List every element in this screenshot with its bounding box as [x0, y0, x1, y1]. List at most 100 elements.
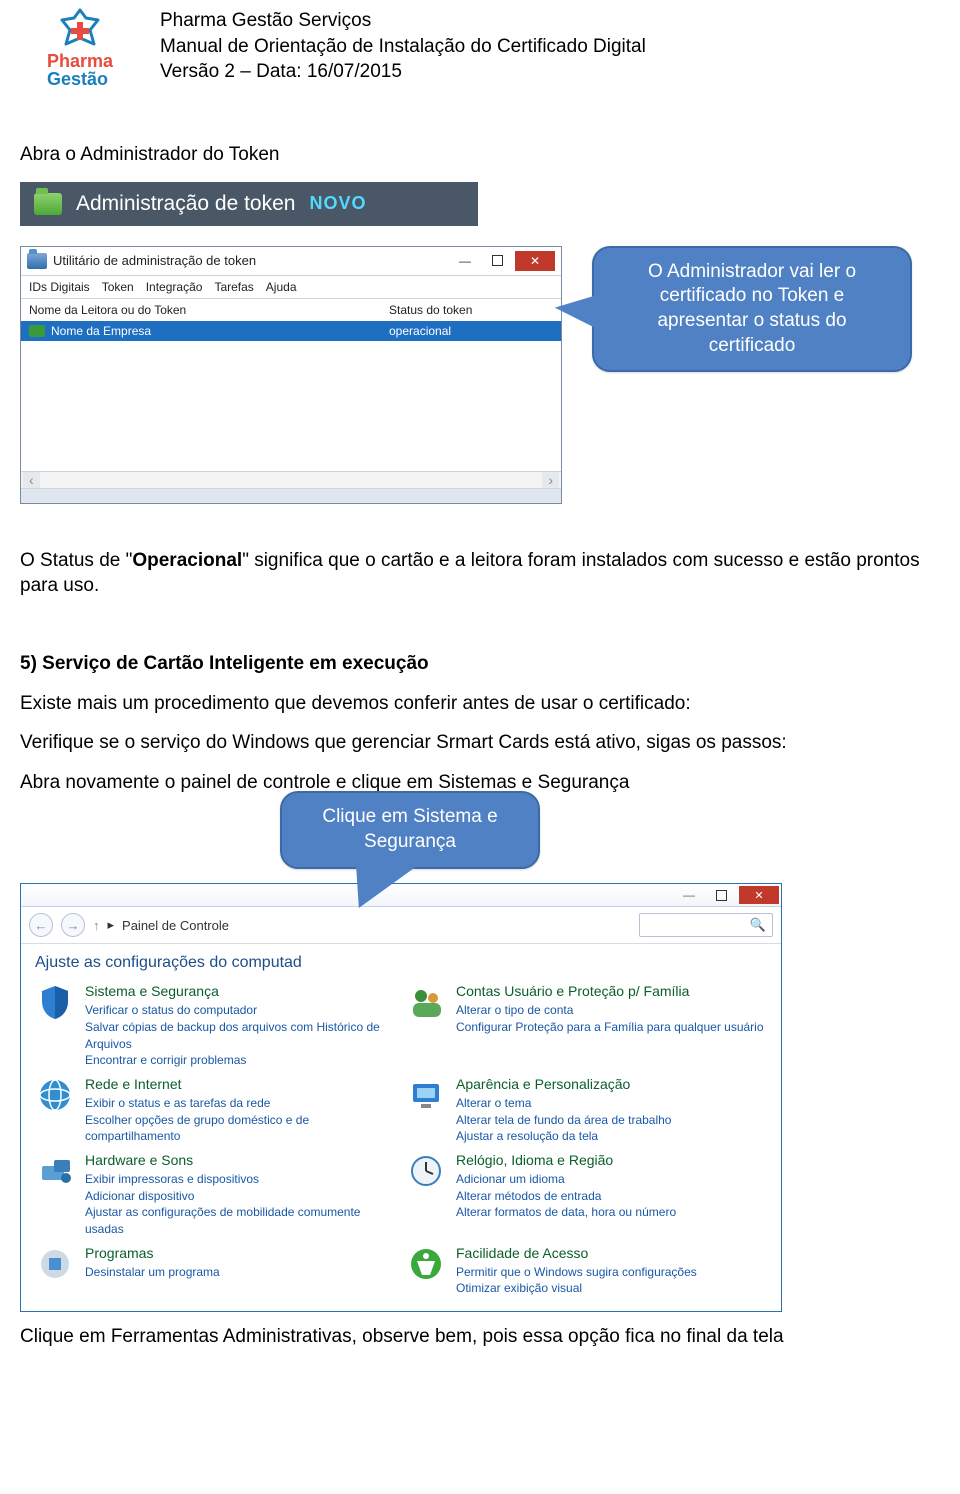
section-5-line2: Verifique se o serviço do Windows que ge… [20, 730, 930, 756]
intro-text: Abra o Administrador do Token [20, 142, 930, 168]
cp-category-link[interactable]: Exibir o status e as tarefas da rede [85, 1095, 396, 1112]
cp-category: Facilidade de AcessoPermitir que o Windo… [406, 1244, 767, 1297]
token-admin-bar: Administração de token NOVO [20, 182, 478, 226]
cp-category-link[interactable]: Ajustar a resolução da tela [456, 1128, 671, 1145]
cp-category-link[interactable]: Adicionar um idioma [456, 1171, 676, 1188]
header-line-3: Versão 2 – Data: 16/07/2015 [160, 59, 646, 85]
section-5-line1: Existe mais um procedimento que devemos … [20, 691, 930, 717]
cp-category-title[interactable]: Relógio, Idioma e Região [456, 1151, 676, 1171]
cp-category-link[interactable]: Exibir impressoras e dispositivos [85, 1171, 396, 1188]
cp-category: Rede e InternetExibir o status e as tare… [35, 1075, 396, 1145]
cp-category-link[interactable]: Alterar métodos de entrada [456, 1188, 676, 1205]
scroll-left-icon[interactable]: ‹ [23, 472, 40, 488]
control-panel-window: — ✕ ← → ↑ ▸ Painel de Controle 🔍 Ajuste … [20, 883, 782, 1312]
section-5-title: 5) Serviço de Cartão Inteligente em exec… [20, 651, 930, 677]
status-pre: O Status de " [20, 550, 132, 571]
cp-category-icon [406, 1075, 446, 1115]
cp-category-link[interactable]: Desinstalar um programa [85, 1264, 220, 1281]
cp-category-link[interactable]: Alterar o tipo de conta [456, 1002, 764, 1019]
cp-heading: Ajuste as configurações do computad [21, 944, 781, 974]
nav-up-icon[interactable]: ↑ [93, 918, 100, 933]
cp-category: Sistema e SegurançaVerificar o status do… [35, 982, 396, 1069]
nav-forward-button[interactable]: → [61, 913, 85, 937]
cp-category-link[interactable]: Otimizar exibição visual [456, 1280, 697, 1297]
window-title: Utilitário de administração de token [53, 253, 256, 268]
menu-ajuda[interactable]: Ajuda [266, 280, 297, 294]
selected-row[interactable]: Nome da Empresa operacional [21, 321, 561, 341]
cp-category-icon [35, 982, 75, 1022]
window-menubar: IDs Digitais Token Integração Tarefas Aj… [21, 276, 561, 299]
callout-sistema-seguranca: Clique em Sistema e Segurança [280, 791, 540, 868]
breadcrumb[interactable]: Painel de Controle [122, 918, 229, 933]
minimize-button[interactable]: — [449, 251, 481, 271]
cp-category-link[interactable]: Verificar o status do computador [85, 1002, 396, 1019]
token-admin-title: Administração de token [76, 192, 295, 216]
cp-category-icon [35, 1151, 75, 1191]
col-header-name: Nome da Leitora ou do Token [29, 303, 389, 317]
status-bold: Operacional [132, 550, 242, 571]
header-line-2: Manual de Orientação de Instalação do Ce… [160, 34, 646, 60]
cp-minimize-button[interactable]: — [673, 885, 705, 905]
cp-category-link[interactable]: Escolher opções de grupo doméstico e de … [85, 1112, 396, 1146]
cp-category-link[interactable]: Configurar Proteção para a Família para … [456, 1019, 764, 1036]
cp-category-link[interactable]: Alterar o tema [456, 1095, 671, 1112]
cp-category-link[interactable]: Ajustar as configurações de mobilidade c… [85, 1204, 396, 1238]
cp-category-link[interactable]: Permitir que o Windows sugira configuraç… [456, 1264, 697, 1281]
callout-cert-status: O Administrador vai ler o certificado no… [592, 246, 912, 373]
menu-token[interactable]: Token [102, 280, 134, 294]
menu-integracao[interactable]: Integração [146, 280, 203, 294]
cp-category-link[interactable]: Adicionar dispositivo [85, 1188, 396, 1205]
window-titlebar: Utilitário de administração de token — ✕ [21, 247, 561, 276]
column-headers: Nome da Leitora ou do Token Status do to… [21, 299, 561, 321]
col-header-status: Status do token [389, 303, 553, 317]
list-area [21, 341, 561, 471]
header-line-1: Pharma Gestão Serviços [160, 8, 646, 34]
cp-category-link[interactable]: Encontrar e corrigir problemas [85, 1052, 396, 1069]
document-header: Pharma Gestão Pharma Gestão Serviços Man… [20, 0, 930, 88]
menu-ids[interactable]: IDs Digitais [29, 280, 90, 294]
scroll-right-icon[interactable]: › [542, 472, 559, 488]
callout-text-1: O Administrador vai ler o certificado no… [648, 261, 856, 356]
row-status: operacional [389, 324, 553, 338]
menu-tarefas[interactable]: Tarefas [214, 280, 253, 294]
cp-category-icon [406, 982, 446, 1022]
close-button[interactable]: ✕ [515, 251, 555, 271]
statusbar [21, 488, 561, 503]
novo-badge: NOVO [309, 193, 366, 214]
search-icon: 🔍 [750, 917, 766, 933]
cp-category-title[interactable]: Aparência e Personalização [456, 1075, 671, 1095]
window-app-icon [27, 253, 47, 269]
cp-category-icon [406, 1151, 446, 1191]
cp-maximize-button[interactable] [705, 885, 737, 905]
cp-category-title[interactable]: Facilidade de Acesso [456, 1244, 697, 1264]
nav-back-button[interactable]: ← [29, 913, 53, 937]
cp-close-button[interactable]: ✕ [739, 886, 779, 904]
maximize-button[interactable] [481, 251, 513, 271]
cp-category: Hardware e SonsExibir impressoras e disp… [35, 1151, 396, 1238]
cp-category: Contas Usuário e Proteção p/ FamíliaAlte… [406, 982, 767, 1069]
cp-category-title[interactable]: Contas Usuário e Proteção p/ Família [456, 982, 764, 1002]
pharma-logo: Pharma Gestão [20, 8, 140, 88]
cp-category: Relógio, Idioma e RegiãoAdicionar um idi… [406, 1151, 767, 1238]
cp-category-grid: Sistema e SegurançaVerificar o status do… [21, 974, 781, 1311]
cp-category-title[interactable]: Programas [85, 1244, 220, 1264]
cp-category-title[interactable]: Hardware e Sons [85, 1151, 396, 1171]
row-name: Nome da Empresa [51, 324, 151, 338]
horizontal-scrollbar[interactable]: ‹ › [21, 471, 561, 488]
footer-line: Clique em Ferramentas Administrativas, o… [20, 1324, 930, 1350]
cp-category-icon [35, 1075, 75, 1115]
token-utility-window: Utilitário de administração de token — ✕… [20, 246, 562, 504]
cp-category-link[interactable]: Alterar tela de fundo da área de trabalh… [456, 1112, 671, 1129]
cp-category-title[interactable]: Rede e Internet [85, 1075, 396, 1095]
status-paragraph: O Status de "Operacional" significa que … [20, 548, 930, 599]
search-input[interactable]: 🔍 [639, 913, 773, 937]
cp-category-title[interactable]: Sistema e Segurança [85, 982, 396, 1002]
callout-text-2: Clique em Sistema e Segurança [322, 806, 497, 852]
cp-category: Aparência e PersonalizaçãoAlterar o tema… [406, 1075, 767, 1145]
cp-category-icon [35, 1244, 75, 1284]
cp-category-link[interactable]: Salvar cópias de backup dos arquivos com… [85, 1019, 396, 1053]
cp-category-icon [406, 1244, 446, 1284]
folder-icon [34, 193, 62, 215]
logo-text-pharma: Pharma [47, 51, 113, 71]
cp-category-link[interactable]: Alterar formatos de data, hora ou número [456, 1204, 676, 1221]
